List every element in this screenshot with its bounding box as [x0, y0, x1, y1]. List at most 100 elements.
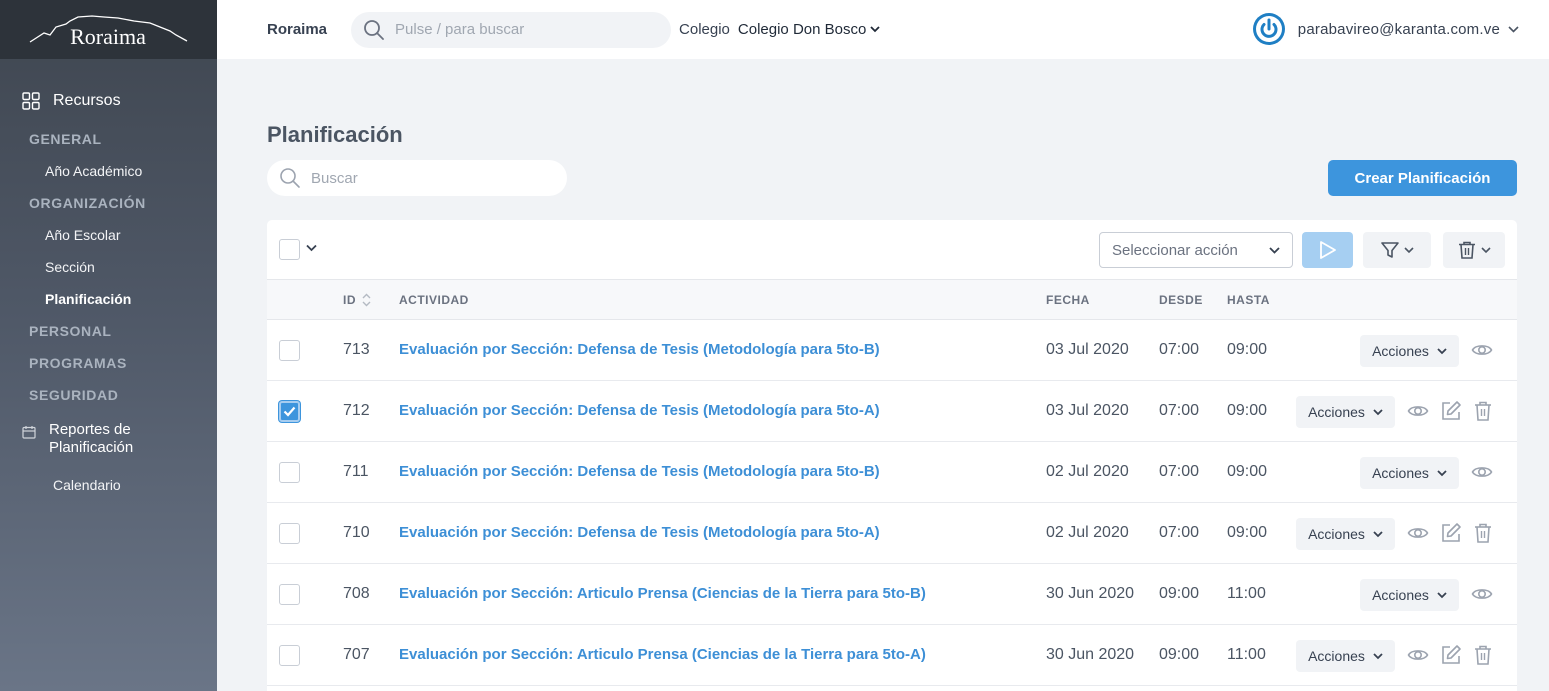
column-header-fecha: FECHA: [1046, 293, 1090, 307]
eye-icon: [1471, 589, 1493, 599]
column-header-label: ID: [343, 293, 356, 307]
sidebar-item-reportes[interactable]: Reportes de Planificación: [0, 421, 217, 457]
column-header-actividad: ACTIVIDAD: [399, 293, 469, 307]
chevron-down-icon: [1481, 246, 1491, 253]
row-fecha: 03 Jul 2020: [1046, 341, 1129, 358]
row-edit-button[interactable]: [1440, 522, 1462, 549]
row-activity-link[interactable]: Evaluación por Sección: Defensa de Tesis…: [399, 402, 880, 419]
global-search-input[interactable]: [395, 21, 656, 38]
row-activity-link[interactable]: Evaluación por Sección: Defensa de Tesis…: [399, 463, 880, 480]
brand-logo[interactable]: Roraima: [0, 0, 217, 59]
row-hasta: 11:00: [1227, 585, 1266, 602]
row-view-button[interactable]: [1471, 339, 1493, 366]
row-checkbox[interactable]: [279, 523, 300, 544]
app-name: Roraima: [267, 21, 328, 38]
sidebar-section-seguridad[interactable]: SEGURIDAD: [0, 379, 217, 411]
chevron-down-icon: [1437, 347, 1447, 354]
sidebar-item-calendario[interactable]: Calendario: [0, 477, 217, 493]
play-icon: [1319, 241, 1336, 259]
row-delete-button[interactable]: [1473, 400, 1493, 427]
search-input[interactable]: [311, 169, 551, 187]
row-hasta: 09:00: [1227, 463, 1268, 480]
sidebar-item-anio-escolar[interactable]: Año Escolar: [0, 219, 217, 251]
sidebar-item-planificacion[interactable]: Planificación: [0, 283, 217, 315]
edit-icon: [1442, 523, 1461, 542]
acciones-label: Acciones: [1372, 343, 1429, 359]
row-activity-link[interactable]: Evaluación por Sección: Defensa de Tesis…: [399, 524, 880, 541]
sidebar: Roraima Recursos GENERAL Año Académico O…: [0, 0, 217, 691]
user-menu[interactable]: parabavireo@karanta.com.ve: [1252, 12, 1519, 46]
mountain-logo-icon: Roraima: [29, 14, 188, 47]
table-row: 708 Evaluación por Sección: Articulo Pren…: [267, 564, 1517, 625]
select-all-checkbox[interactable]: [279, 239, 300, 260]
eye-icon: [1407, 650, 1429, 660]
row-desde: 07:00: [1159, 463, 1200, 480]
row-acciones-dropdown[interactable]: Acciones: [1360, 335, 1459, 367]
row-acciones-dropdown[interactable]: Acciones: [1296, 518, 1395, 550]
row-checkbox[interactable]: [279, 645, 300, 666]
table-row: 713 Evaluación por Sección: Defensa de Te…: [267, 320, 1517, 381]
row-delete-button[interactable]: [1473, 522, 1493, 549]
chevron-down-icon: [870, 26, 880, 33]
colegio-label: Colegio: [679, 21, 730, 38]
edit-icon: [1442, 645, 1461, 664]
calendar-icon: [22, 426, 36, 439]
apply-action-button[interactable]: [1302, 232, 1353, 268]
grid-icon: [22, 92, 40, 110]
row-edit-button[interactable]: [1440, 644, 1462, 671]
column-header-hasta: HASTA: [1227, 293, 1270, 307]
planificacion-search[interactable]: [267, 160, 567, 196]
row-edit-button[interactable]: [1440, 400, 1462, 427]
row-checkbox[interactable]: [279, 462, 300, 483]
sidebar-item-anio-academico[interactable]: Año Académico: [0, 155, 217, 187]
sort-icon: [362, 293, 371, 307]
row-checkbox[interactable]: [279, 401, 300, 422]
row-view-button[interactable]: [1407, 522, 1429, 549]
table-row: 710 Evaluación por Sección: Defensa de Te…: [267, 503, 1517, 564]
chevron-down-icon: [1373, 530, 1383, 537]
colegio-dropdown[interactable]: Colegio Don Bosco: [738, 21, 880, 38]
row-checkbox[interactable]: [279, 340, 300, 361]
sidebar-section-organizacion[interactable]: ORGANIZACIÓN: [0, 187, 217, 219]
row-acciones-dropdown[interactable]: Acciones: [1360, 457, 1459, 489]
bulk-action-value: Seleccionar acción: [1112, 241, 1238, 259]
trash-icon: [1475, 401, 1491, 421]
top-bar: Roraima Colegio Colegio Don Bosco paraba…: [217, 0, 1549, 59]
sidebar-item-recursos[interactable]: Recursos: [0, 79, 217, 123]
column-header-id[interactable]: ID: [343, 293, 371, 307]
row-activity-link[interactable]: Evaluación por Sección: Articulo Prensa …: [399, 646, 926, 663]
acciones-label: Acciones: [1308, 526, 1365, 542]
sidebar-section-general[interactable]: GENERAL: [0, 123, 217, 155]
filter-icon: [1381, 242, 1399, 258]
table-row: 711 Evaluación por Sección: Defensa de Te…: [267, 442, 1517, 503]
row-id: 711: [343, 463, 369, 480]
row-id: 713: [343, 341, 370, 358]
edit-icon: [1442, 401, 1461, 420]
sidebar-section-personal[interactable]: PERSONAL: [0, 315, 217, 347]
row-acciones-dropdown[interactable]: Acciones: [1360, 579, 1459, 611]
row-delete-button[interactable]: [1473, 644, 1493, 671]
row-acciones-dropdown[interactable]: Acciones: [1296, 396, 1395, 428]
global-search[interactable]: [351, 11, 672, 48]
colegio-value: Colegio Don Bosco: [737, 21, 867, 38]
bulk-action-select[interactable]: Seleccionar acción: [1099, 232, 1293, 268]
search-icon: [364, 19, 384, 40]
bulk-delete-button[interactable]: [1443, 232, 1505, 268]
row-view-button[interactable]: [1471, 461, 1493, 488]
row-activity-link[interactable]: Evaluación por Sección: Defensa de Tesis…: [399, 341, 880, 358]
chevron-down-icon[interactable]: [306, 244, 317, 252]
row-view-button[interactable]: [1471, 583, 1493, 610]
filter-button[interactable]: [1363, 232, 1431, 268]
row-acciones-dropdown[interactable]: Acciones: [1296, 640, 1395, 672]
row-view-button[interactable]: [1407, 644, 1429, 671]
sidebar-item-seccion[interactable]: Sección: [0, 251, 217, 283]
sidebar-item-label: Recursos: [53, 92, 121, 109]
sidebar-section-programas[interactable]: PROGRAMAS: [0, 347, 217, 379]
row-view-button[interactable]: [1407, 400, 1429, 427]
row-desde: 07:00: [1159, 524, 1200, 541]
page-title: Planificación: [267, 122, 403, 147]
table-row: 712 Evaluación por Sección: Defensa de Te…: [267, 381, 1517, 442]
row-checkbox[interactable]: [279, 584, 300, 605]
crear-planificacion-button[interactable]: Crear Planificación: [1328, 160, 1517, 196]
row-activity-link[interactable]: Evaluación por Sección: Articulo Prensa …: [399, 585, 926, 602]
